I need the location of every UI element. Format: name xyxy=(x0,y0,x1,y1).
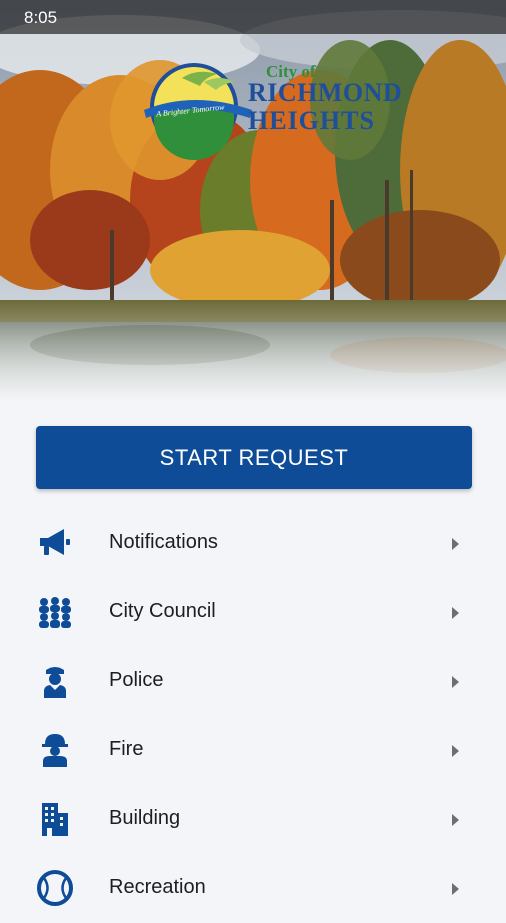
menu-item-recreation[interactable]: Recreation xyxy=(0,854,506,923)
logo-name-line1: RICHMOND xyxy=(248,78,403,107)
building-icon xyxy=(36,800,74,838)
menu-item-building[interactable]: Building xyxy=(0,785,506,854)
menu-item-label: Fire xyxy=(109,738,144,760)
start-request-button[interactable]: START REQUEST xyxy=(36,426,472,489)
menu-item-fire[interactable]: Fire xyxy=(0,716,506,785)
status-bar: 8:05 xyxy=(0,0,506,34)
chevron-right-icon xyxy=(452,538,459,550)
logo-name-line2: HEIGHTS xyxy=(248,106,375,135)
status-time: 8:05 xyxy=(24,8,58,27)
menu-item-label: Notifications xyxy=(109,531,218,553)
chevron-right-icon xyxy=(452,814,459,826)
chevron-right-icon xyxy=(452,883,459,895)
menu-item-police[interactable]: Police xyxy=(0,647,506,716)
city-logo: City of RICHMOND HEIGHTS A Brighter Tomo… xyxy=(142,60,402,160)
menu-item-notifications[interactable]: Notifications xyxy=(0,509,506,578)
menu-item-label: Building xyxy=(109,807,181,829)
baseball-icon xyxy=(36,869,74,907)
police-officer-icon xyxy=(36,662,74,700)
menu-item-label: City Council xyxy=(109,600,216,622)
people-group-icon xyxy=(36,593,74,631)
firefighter-icon xyxy=(36,731,74,769)
chevron-right-icon xyxy=(452,676,459,688)
menu-item-city-council[interactable]: City Council xyxy=(0,578,506,647)
chevron-right-icon xyxy=(452,607,459,619)
megaphone-icon xyxy=(36,524,74,562)
chevron-right-icon xyxy=(452,745,459,757)
menu-list: Notifications City Council Police Fire B… xyxy=(0,509,506,923)
menu-item-label: Police xyxy=(109,669,164,691)
menu-item-label: Recreation xyxy=(109,876,206,898)
